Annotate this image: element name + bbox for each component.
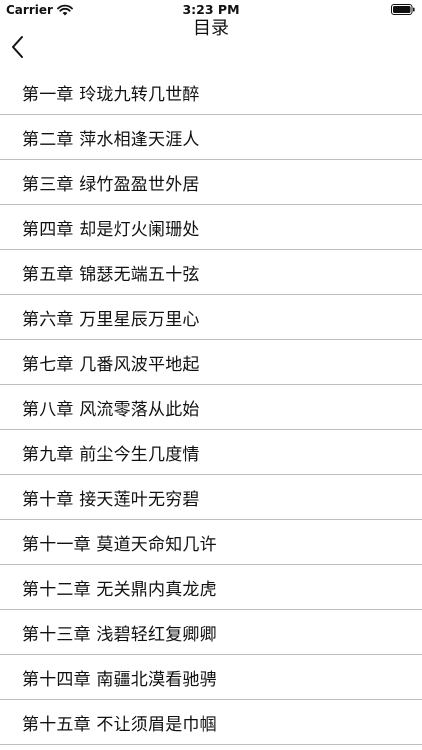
chapter-list-item[interactable]: 第十章 接天莲叶无穷碧 <box>0 475 422 520</box>
chapter-title: 第四章 却是灯火阑珊处 <box>22 219 200 240</box>
chapter-list-item[interactable]: 第十五章 不让须眉是巾帼 <box>0 700 422 745</box>
chapter-list-item[interactable]: 第三章 绿竹盈盈世外居 <box>0 160 422 205</box>
chapter-list-item[interactable]: 第十一章 莫道天命知几许 <box>0 520 422 565</box>
chapter-list-item[interactable]: 第八章 风流零落从此始 <box>0 385 422 430</box>
chevron-left-icon <box>12 36 23 58</box>
chapter-list-item[interactable]: 第九章 前尘今生几度情 <box>0 430 422 475</box>
chapter-list-item[interactable]: 第十三章 浅碧轻红复卿卿 <box>0 610 422 655</box>
chapter-title: 第十二章 无关鼎内真龙虎 <box>22 579 217 600</box>
chapter-title: 第一章 玲珑九转几世醉 <box>22 84 200 105</box>
chapter-title: 第十一章 莫道天命知几许 <box>22 534 217 555</box>
chapter-list-item[interactable]: 第十二章 无关鼎内真龙虎 <box>0 565 422 610</box>
back-button[interactable] <box>8 34 28 60</box>
chapter-title: 第十三章 浅碧轻红复卿卿 <box>22 624 217 645</box>
chapter-list-item[interactable]: 第六章 万里星辰万里心 <box>0 295 422 340</box>
chapter-title: 第十章 接天莲叶无穷碧 <box>22 489 200 510</box>
chapter-list-item[interactable]: 第二章 萍水相逢天涯人 <box>0 115 422 160</box>
chapter-list-item[interactable]: 第五章 锦瑟无端五十弦 <box>0 250 422 295</box>
chapter-title: 第二章 萍水相逢天涯人 <box>22 129 200 150</box>
navigation-bar: 目录 <box>0 14 422 64</box>
chapter-title: 第十五章 不让须眉是巾帼 <box>22 714 217 735</box>
chapter-list: 第一章 玲珑九转几世醉 第二章 萍水相逢天涯人 第三章 绿竹盈盈世外居 第四章 却是灯… <box>0 70 422 745</box>
chapter-title: 第五章 锦瑟无端五十弦 <box>22 264 200 285</box>
chapter-title: 第十四章 南疆北漠看驰骋 <box>22 669 217 690</box>
chapter-title: 第八章 风流零落从此始 <box>22 399 200 420</box>
page-title: 目录 <box>193 18 229 39</box>
chapter-title: 第九章 前尘今生几度情 <box>22 444 200 465</box>
chapter-list-item[interactable]: 第十四章 南疆北漠看驰骋 <box>0 655 422 700</box>
chapter-list-item[interactable]: 第四章 却是灯火阑珊处 <box>0 205 422 250</box>
chapter-title: 第七章 几番风波平地起 <box>22 354 200 375</box>
chapter-title: 第三章 绿竹盈盈世外居 <box>22 174 200 195</box>
chapter-list-item[interactable]: 第一章 玲珑九转几世醉 <box>0 70 422 115</box>
chapter-title: 第六章 万里星辰万里心 <box>22 309 200 330</box>
chapter-list-item[interactable]: 第七章 几番风波平地起 <box>0 340 422 385</box>
